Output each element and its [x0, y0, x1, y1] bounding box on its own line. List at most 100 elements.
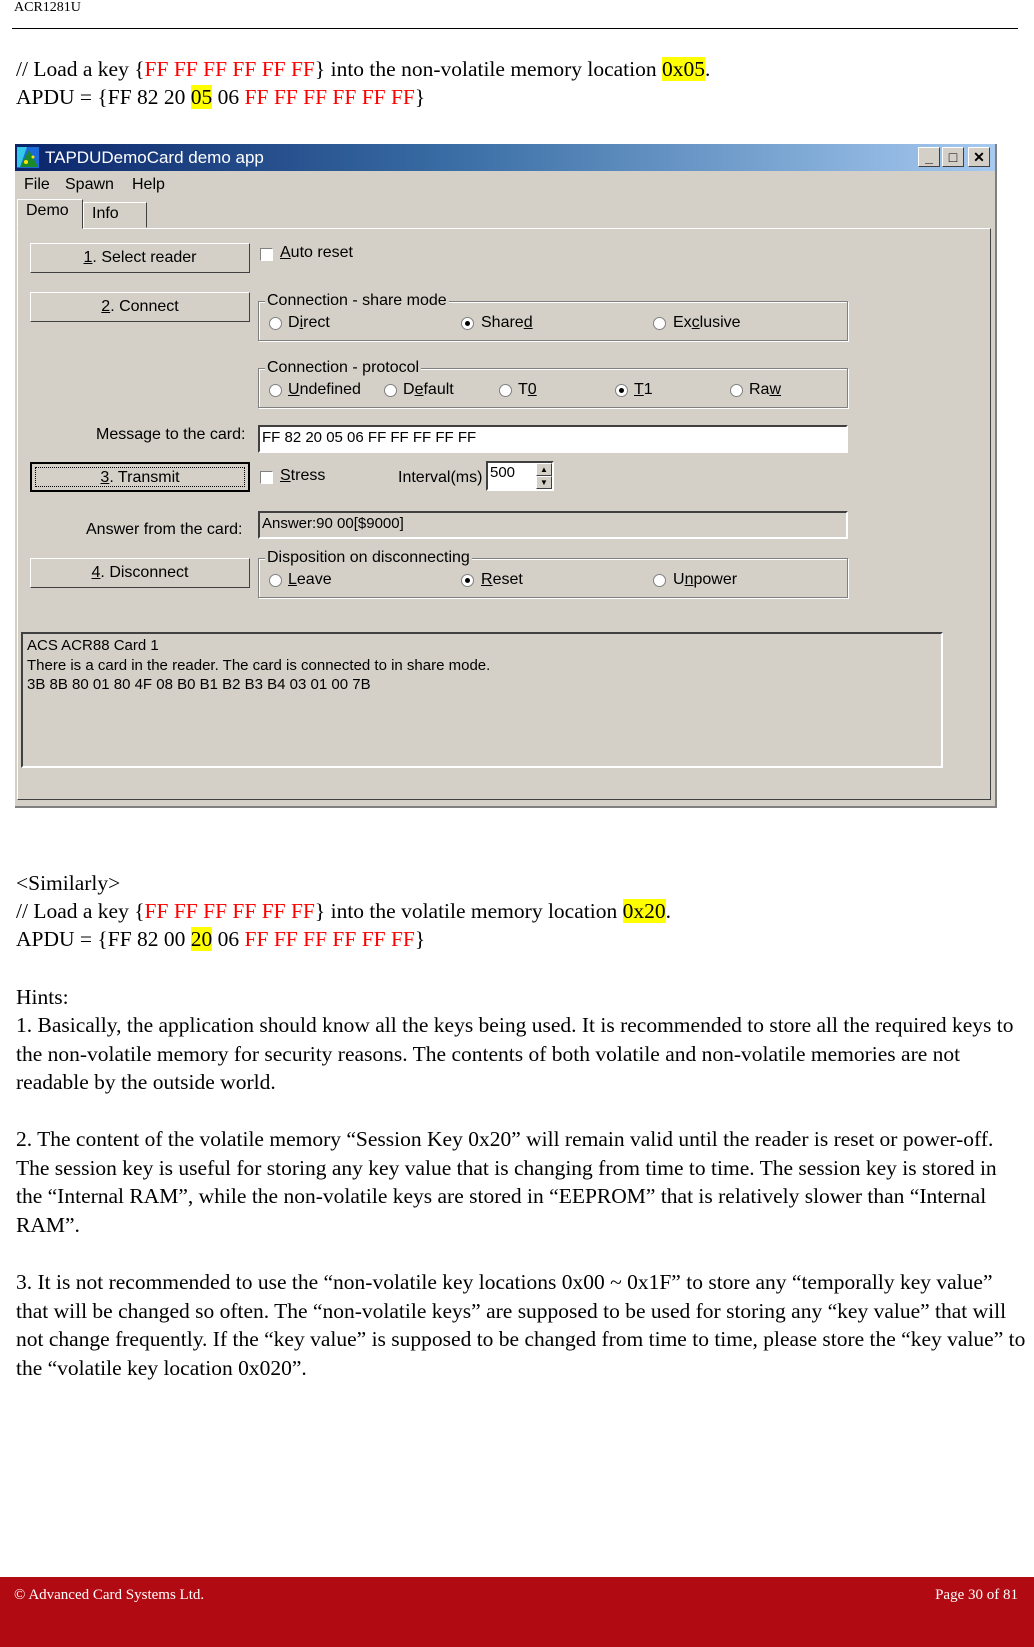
text: 06 [212, 927, 245, 951]
share-mode-group: Connection - share mode Direct Shared Ex… [258, 292, 848, 341]
t: power [693, 571, 738, 588]
title-bar[interactable]: TAPDUDemoCard demo app _ □ ✕ [15, 144, 995, 171]
minimize-button[interactable]: _ [918, 147, 940, 167]
footer-page-number: Page 30 of 81 [935, 1587, 1018, 1603]
protocol-group: Connection - protocol Undefined Default … [258, 359, 848, 408]
radio-t0-label[interactable]: T0 [518, 381, 537, 399]
t: U [673, 571, 685, 588]
t: eset [492, 571, 523, 588]
group-title: Connection - protocol [265, 359, 422, 377]
text: // Load a key { [16, 899, 145, 923]
apdu-slot: 20 [190, 927, 213, 951]
radio-raw-label[interactable]: Raw [749, 381, 781, 399]
transmit-button[interactable]: 3. Transmit [30, 462, 250, 492]
spinner-arrows: ▲ ▼ [536, 463, 552, 489]
window-title: TAPDUDemoCard demo app [45, 148, 264, 167]
hint-1: 1. Basically, the application should kno… [16, 1013, 1014, 1095]
text: // Load a key { [16, 57, 145, 81]
close-button[interactable]: ✕ [968, 147, 990, 167]
interval-spinner[interactable]: 500 ▲ ▼ [486, 461, 554, 491]
t: T [518, 381, 528, 398]
radio-leave[interactable] [269, 574, 282, 587]
t: Ra [749, 381, 770, 398]
radio-shared[interactable] [461, 317, 474, 330]
auto-reset-checkbox[interactable] [260, 248, 273, 261]
log-line: 3B 8B 80 01 80 4F 08 B0 B1 B2 B3 B4 03 0… [27, 676, 371, 693]
log-line: There is a card in the reader. The card … [27, 656, 491, 674]
mnemonic: c [691, 314, 700, 331]
text: } into the non-volatile memory location [314, 57, 662, 81]
radio-default-label[interactable]: Default [403, 381, 454, 399]
mnemonic: w [769, 381, 782, 398]
stress-label[interactable]: Stress [280, 467, 325, 485]
radio-direct-label[interactable]: Direct [288, 314, 330, 332]
hint-2: 2. The content of the volatile memory “S… [16, 1127, 997, 1237]
radio-unpower-label[interactable]: Unpower [673, 571, 737, 589]
intro-apdu-line: APDU = {FF 82 20 05 06 FF FF FF FF FF FF… [16, 83, 425, 111]
radio-undefined-label[interactable]: Undefined [288, 381, 361, 399]
tab-demo[interactable]: Demo [17, 199, 83, 229]
checkbox-text: tress [290, 467, 326, 484]
text: } into the volatile memory location [314, 899, 623, 923]
t: fault [423, 381, 454, 398]
memory-location: 0x05 [661, 57, 705, 81]
interval-label: Interval(ms) [398, 469, 483, 486]
select-reader-button[interactable]: 1. Select reader [30, 243, 250, 273]
radio-reset[interactable] [461, 574, 474, 587]
radio-reset-label[interactable]: Reset [481, 571, 523, 589]
disconnect-button[interactable]: 4. Disconnect [30, 558, 250, 588]
text: . [665, 899, 671, 923]
memory-location: 0x20 [622, 899, 666, 923]
footer-copyright: © Advanced Card Systems Ltd. [14, 1587, 205, 1603]
radio-default[interactable] [384, 384, 397, 397]
radio-unpower[interactable] [653, 574, 666, 587]
mnemonic: R [481, 571, 493, 588]
key-value: FF FF FF FF FF FF [244, 85, 415, 109]
connect-button[interactable]: 2. Connect [30, 292, 250, 322]
menu-spawn[interactable]: Spawn [65, 176, 114, 194]
checkbox-text: uto reset [290, 244, 353, 261]
radio-undefined[interactable] [269, 384, 282, 397]
maximize-button[interactable]: □ [942, 147, 964, 167]
text: } [414, 927, 426, 951]
menu-file[interactable]: File [24, 176, 50, 194]
t: rect [303, 314, 330, 331]
spin-down-icon[interactable]: ▼ [536, 476, 552, 489]
radio-shared-label[interactable]: Shared [481, 314, 533, 332]
stress-checkbox[interactable] [260, 471, 273, 484]
message-label: Message to the card: [96, 426, 246, 443]
hint-3: 3. It is not recommended to use the “non… [16, 1270, 1026, 1380]
t: eave [296, 571, 332, 588]
t: D [288, 314, 300, 331]
text: 06 [212, 85, 245, 109]
group-title: Connection - share mode [265, 292, 449, 310]
radio-leave-label[interactable]: Leave [288, 571, 332, 589]
radio-t0[interactable] [499, 384, 512, 397]
radio-exclusive[interactable] [653, 317, 666, 330]
radio-t1-label[interactable]: T1 [634, 381, 653, 399]
radio-t1[interactable] [615, 384, 628, 397]
button-label: . Select reader [92, 249, 197, 266]
radio-direct[interactable] [269, 317, 282, 330]
text: } [414, 85, 426, 109]
radio-exclusive-label[interactable]: Exclusive [673, 314, 741, 332]
text: . [704, 57, 711, 81]
tab-info[interactable]: Info [83, 202, 147, 228]
answer-field: Answer:90 00[$9000] [258, 511, 848, 539]
log-line: ACS ACR88 Card 1 [27, 637, 159, 654]
t: lusive [699, 314, 741, 331]
message-input[interactable]: FF 82 20 05 06 FF FF FF FF FF [258, 425, 848, 453]
menu-help[interactable]: Help [132, 176, 165, 194]
auto-reset-label[interactable]: Auto reset [280, 244, 353, 262]
spin-up-icon[interactable]: ▲ [536, 463, 552, 476]
status-log[interactable]: ACS ACR88 Card 1 There is a card in the … [21, 632, 943, 768]
key-value: FF FF FF FF FF FF [144, 899, 315, 923]
document-header-id: ACR1281U [14, 0, 81, 15]
key-value: FF FF FF FF FF FF [144, 57, 315, 81]
similarly-heading: <Similarly> [16, 871, 121, 895]
mnemonic: 0 [527, 381, 537, 398]
interval-value[interactable]: 500 [490, 464, 515, 481]
mnemonic: U [288, 381, 300, 398]
t: Share [481, 314, 524, 331]
radio-raw[interactable] [730, 384, 743, 397]
